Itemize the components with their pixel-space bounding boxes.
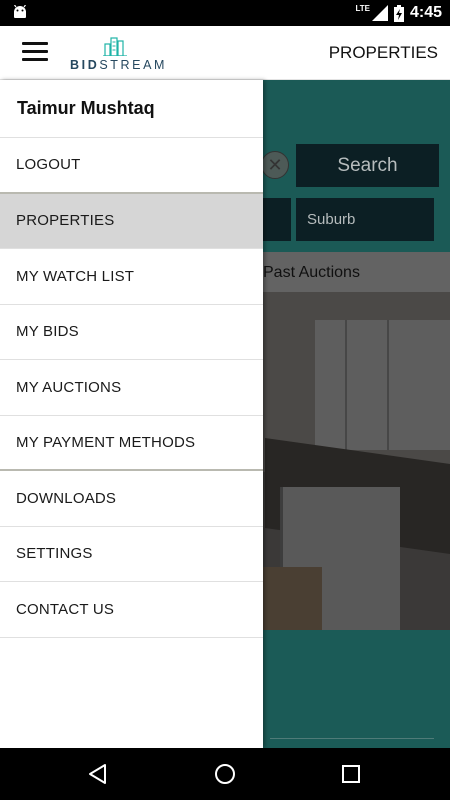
- drawer-item-downloads[interactable]: DOWNLOADS: [0, 471, 263, 527]
- clear-search-icon[interactable]: ✕: [261, 151, 289, 179]
- battery-icon: [393, 4, 404, 22]
- drawer-item-logout[interactable]: LOGOUT: [0, 138, 263, 194]
- drawer-item-properties[interactable]: PROPERTIES: [0, 193, 263, 249]
- drawer-item-contact-us[interactable]: CONTACT US: [0, 582, 263, 638]
- drawer-item-my-payment-methods[interactable]: MY PAYMENT METHODS: [0, 416, 263, 471]
- drawer-item-settings[interactable]: SETTINGS: [0, 527, 263, 582]
- drawer-item-my-bids[interactable]: MY BIDS: [0, 305, 263, 360]
- navigation-drawer: Taimur Mushtaq LOGOUT PROPERTIES MY WATC…: [0, 80, 263, 748]
- drawer-item-my-watch-list[interactable]: MY WATCH LIST: [0, 249, 263, 305]
- drawer-user-name: Taimur Mushtaq: [0, 80, 263, 138]
- menu-icon[interactable]: [22, 42, 48, 64]
- search-button[interactable]: Search: [296, 144, 439, 187]
- logo-text: BIDSTREAM: [70, 58, 167, 72]
- status-bar: LTE 4:45: [0, 0, 450, 26]
- building-logo-icon: [103, 37, 127, 56]
- app-bar: BIDSTREAM PROPERTIES: [0, 26, 450, 80]
- recents-icon[interactable]: [339, 762, 363, 786]
- home-icon[interactable]: [213, 762, 237, 786]
- system-nav-bar: [0, 748, 450, 800]
- signal-icon: [371, 5, 388, 21]
- clock: 4:45: [409, 4, 442, 21]
- bidstream-logo: BIDSTREAM: [70, 36, 164, 72]
- suburb-field[interactable]: Suburb: [296, 198, 434, 241]
- android-icon: [14, 5, 26, 18]
- back-icon[interactable]: [86, 762, 110, 786]
- page-title: PROPERTIES: [328, 43, 438, 62]
- logo-text-bold: BID: [70, 58, 100, 72]
- drawer-item-my-auctions[interactable]: MY AUCTIONS: [0, 360, 263, 416]
- network-type-label: LTE: [355, 3, 370, 13]
- logo-text-light: STREAM: [99, 58, 168, 72]
